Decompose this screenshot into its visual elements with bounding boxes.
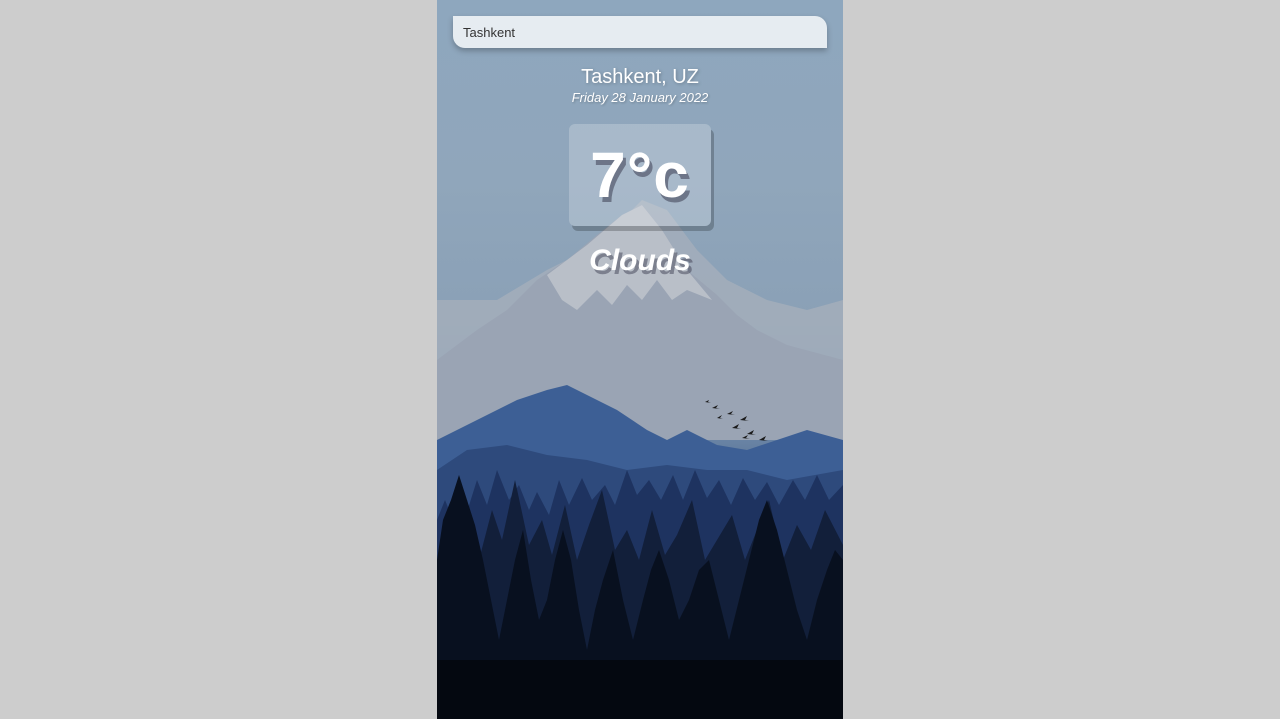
- weather-app: Tashkent, UZ Friday 28 January 2022 7°c …: [437, 0, 843, 719]
- current-date: Friday 28 January 2022: [571, 90, 709, 105]
- mountain-forest-background: [437, 200, 843, 719]
- location-name: Tashkent, UZ: [581, 66, 699, 88]
- weather-condition: Clouds: [589, 244, 691, 277]
- temperature-value: 7°c: [590, 139, 690, 211]
- ground: [437, 660, 843, 719]
- temperature-card: 7°c: [569, 124, 711, 226]
- search-input[interactable]: [453, 16, 827, 48]
